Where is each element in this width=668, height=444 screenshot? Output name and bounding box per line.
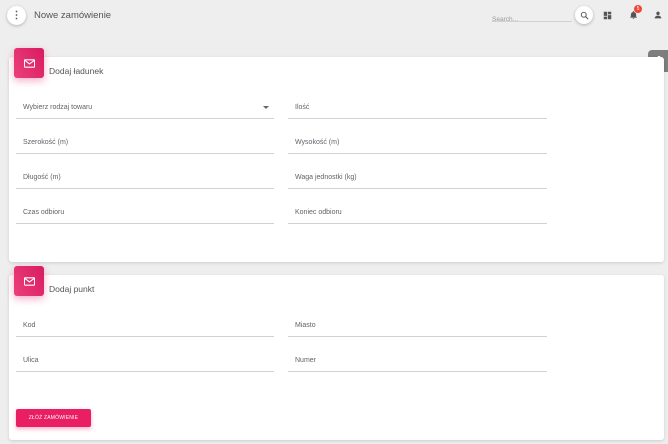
- number-label: Numer: [295, 357, 317, 364]
- mail-icon: [23, 58, 35, 68]
- city-label: Miasto: [295, 322, 316, 329]
- width-field[interactable]: Szerokość (m): [16, 132, 274, 154]
- notification-badge: 5: [634, 5, 642, 13]
- length-label: Długość (m): [23, 174, 61, 181]
- search-field[interactable]: [492, 8, 572, 26]
- street-field[interactable]: Ulica: [16, 350, 274, 372]
- search-icon: [580, 11, 588, 19]
- pickup-end-field[interactable]: Koniec odbioru: [288, 202, 547, 224]
- card-title-cargo: Dodaj ładunek: [49, 66, 104, 76]
- code-field[interactable]: Kod: [16, 315, 274, 337]
- search-input[interactable]: [492, 13, 572, 26]
- notifications-button[interactable]: 5: [626, 5, 642, 22]
- quantity-field[interactable]: Ilość: [288, 97, 547, 119]
- city-field[interactable]: Miasto: [288, 315, 547, 337]
- page-title: Nowe zamówienie: [34, 10, 112, 21]
- width-label: Szerokość (m): [23, 139, 69, 146]
- height-field[interactable]: Wysokość (m): [288, 132, 547, 154]
- street-label: Ulica: [23, 357, 39, 364]
- add-cargo-card: Dodaj ładunek Wybierz rodzaj towaru Iloś…: [9, 48, 664, 262]
- pickup-time-field[interactable]: Czas odbioru: [16, 202, 274, 224]
- search-button[interactable]: [575, 6, 593, 24]
- unit-weight-field[interactable]: Waga jednostki (kg): [288, 167, 547, 189]
- number-field[interactable]: Numer: [288, 350, 547, 372]
- quantity-label: Ilość: [295, 104, 310, 111]
- dashboard-button[interactable]: [600, 8, 614, 22]
- more-vert-icon: ⋮: [11, 9, 22, 21]
- person-icon: [654, 11, 662, 19]
- pickup-time-label: Czas odbioru: [23, 209, 65, 216]
- dashboard-icon: [603, 11, 611, 19]
- card-icon-cargo: [14, 48, 44, 78]
- profile-button[interactable]: [651, 8, 665, 22]
- mail-icon: [23, 276, 35, 286]
- code-label: Kod: [23, 322, 36, 329]
- submit-order-button[interactable]: Złóż zamówienie: [16, 409, 91, 427]
- dropdown-arrow-icon: [263, 106, 269, 109]
- card-title-point: Dodaj punkt: [49, 284, 95, 294]
- card-icon-point: [14, 266, 44, 296]
- add-point-card: Dodaj punkt Kod Miasto Ulica Numer Złóż …: [9, 266, 664, 440]
- length-field[interactable]: Długość (m): [16, 167, 274, 189]
- goods-type-label: Wybierz rodzaj towaru: [23, 104, 93, 111]
- pickup-end-label: Koniec odbioru: [295, 209, 342, 216]
- height-label: Wysokość (m): [295, 139, 340, 146]
- goods-type-select[interactable]: Wybierz rodzaj towaru: [16, 97, 274, 119]
- unit-weight-label: Waga jednostki (kg): [295, 174, 357, 181]
- menu-button[interactable]: ⋮: [7, 6, 26, 25]
